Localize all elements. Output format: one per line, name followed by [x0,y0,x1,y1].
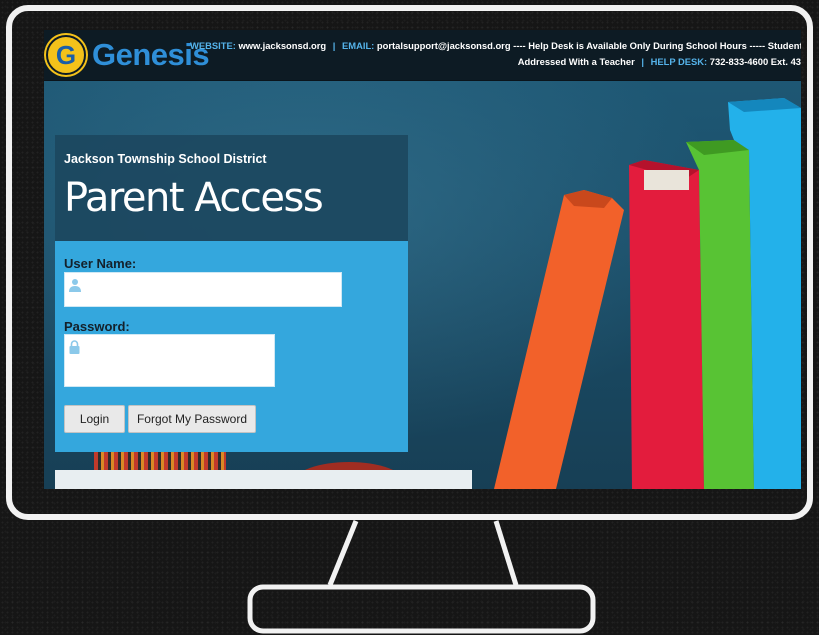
monitor-stand [247,520,596,634]
monitor-base [247,584,596,634]
